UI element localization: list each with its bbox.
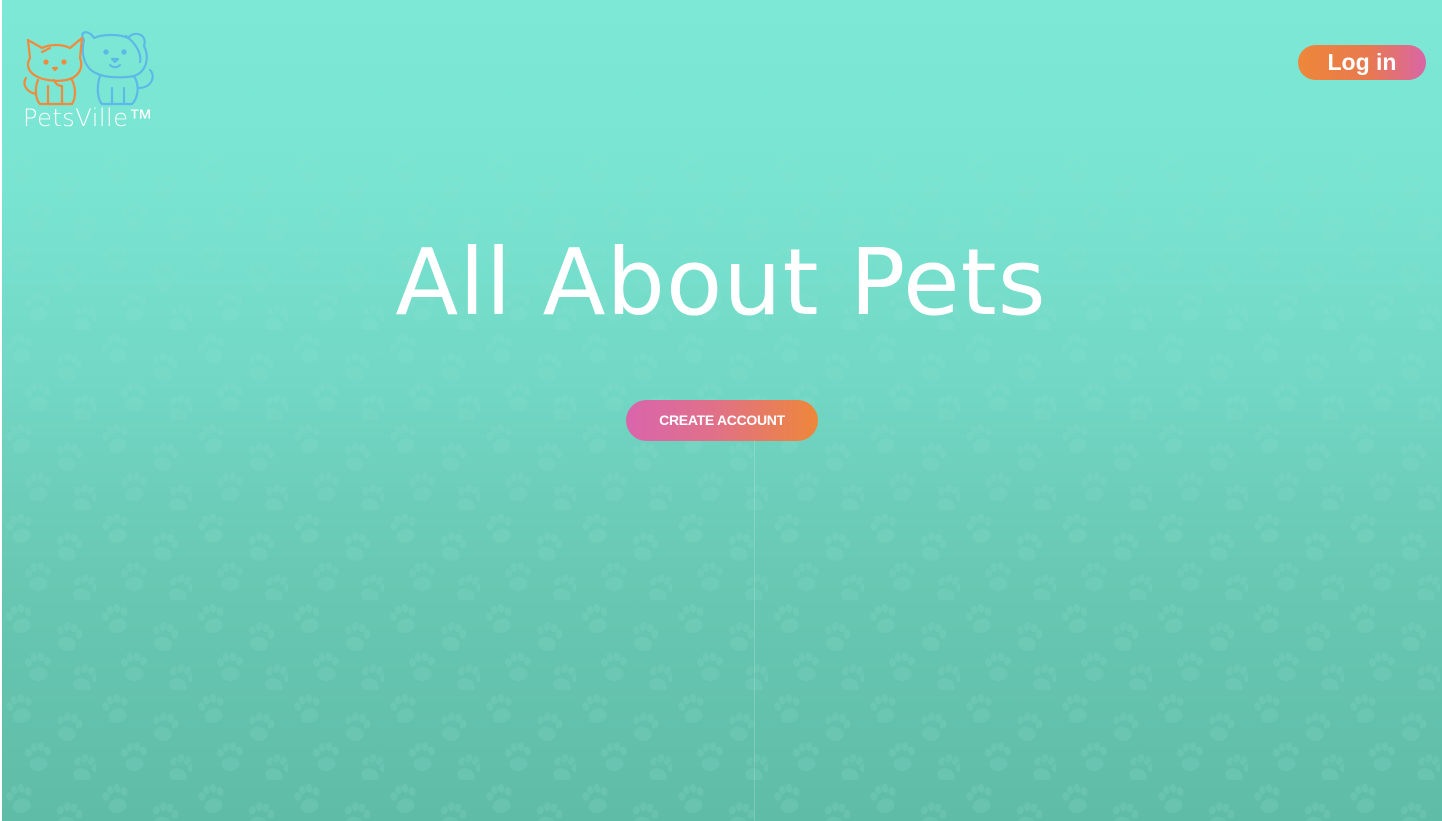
cat-and-dog-icon xyxy=(23,31,154,106)
background-seam xyxy=(754,440,755,821)
logo[interactable]: PetsVille™ xyxy=(20,28,170,133)
hero-title: All About Pets xyxy=(395,229,1047,336)
create-account-button[interactable]: CREATE ACCOUNT xyxy=(626,400,818,441)
logo-text: PetsVille™ xyxy=(23,104,153,132)
login-button[interactable]: Log in xyxy=(1298,45,1426,80)
